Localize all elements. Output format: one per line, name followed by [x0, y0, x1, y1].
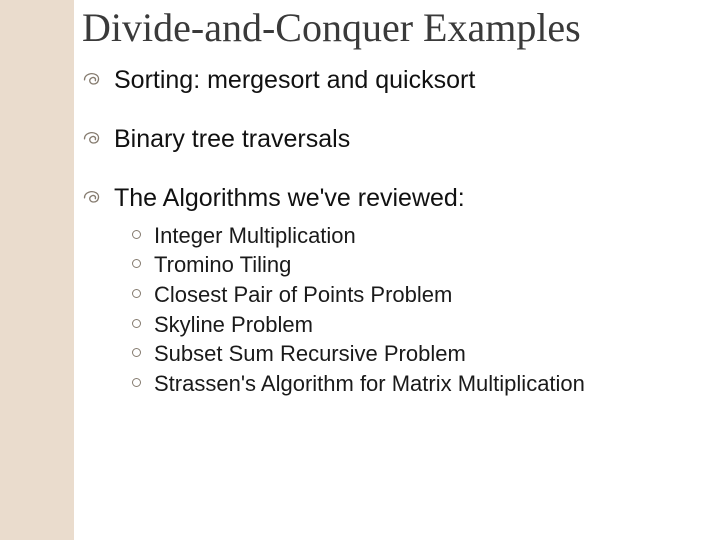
- circle-icon: [132, 348, 141, 357]
- circle-icon: [132, 319, 141, 328]
- swirl-icon: [82, 128, 102, 148]
- sub-bullet-text: Tromino Tiling: [154, 252, 291, 277]
- circle-icon: [132, 259, 141, 268]
- sub-bullet-text: Integer Multiplication: [154, 223, 356, 248]
- slide-content: Divide-and-Conquer Examples Sorting: mer…: [0, 0, 720, 399]
- sub-bullet-text: Subset Sum Recursive Problem: [154, 341, 466, 366]
- bullet-text: Sorting: mergesort and quicksort: [114, 66, 475, 94]
- list-item: The Algorithms we've reviewed: Integer M…: [82, 183, 680, 398]
- slide-title: Divide-and-Conquer Examples: [82, 6, 680, 51]
- circle-icon: [132, 378, 141, 387]
- sub-list-item: Tromino Tiling: [132, 250, 680, 280]
- swirl-icon: [82, 69, 102, 89]
- bullet-text: Binary tree traversals: [114, 125, 350, 153]
- sub-list: Integer Multiplication Tromino Tiling Cl…: [114, 221, 680, 399]
- bullet-list: Sorting: mergesort and quicksort Binary …: [82, 65, 680, 399]
- circle-icon: [132, 289, 141, 298]
- sub-bullet-text: Strassen's Algorithm for Matrix Multipli…: [154, 371, 585, 396]
- sub-list-item: Skyline Problem: [132, 310, 680, 340]
- sub-list-item: Closest Pair of Points Problem: [132, 280, 680, 310]
- sub-bullet-text: Skyline Problem: [154, 312, 313, 337]
- swirl-icon: [82, 187, 102, 207]
- sub-list-item: Integer Multiplication: [132, 221, 680, 251]
- sub-list-item: Strassen's Algorithm for Matrix Multipli…: [132, 369, 680, 399]
- bullet-text: The Algorithms we've reviewed:: [114, 184, 465, 212]
- list-item: Sorting: mergesort and quicksort: [82, 65, 680, 96]
- list-item: Binary tree traversals: [82, 124, 680, 155]
- circle-icon: [132, 230, 141, 239]
- sub-list-item: Subset Sum Recursive Problem: [132, 339, 680, 369]
- slide: Divide-and-Conquer Examples Sorting: mer…: [0, 0, 720, 540]
- sub-bullet-text: Closest Pair of Points Problem: [154, 282, 452, 307]
